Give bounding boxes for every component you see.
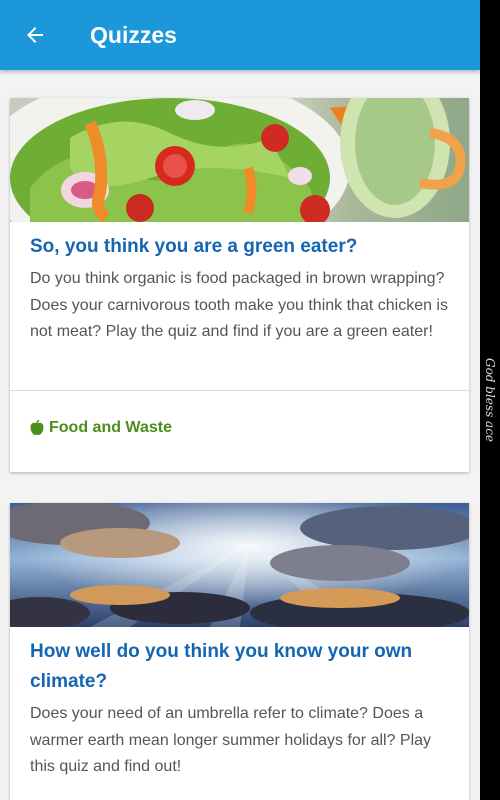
cloudy-sky-image — [10, 503, 469, 627]
quiz-card-green-eater[interactable]: So, you think you are a green eater? Do … — [10, 98, 469, 472]
quiz-card-climate[interactable]: How well do you think you know your own … — [10, 503, 469, 800]
side-caption: God bless ace — [483, 357, 497, 443]
salad-bowl-image — [10, 98, 469, 222]
quiz-description: Does your need of an umbrella refer to c… — [30, 705, 432, 775]
category-label: Food and Waste — [49, 419, 172, 436]
quiz-category: Food and Waste — [30, 419, 172, 437]
side-margin: God bless ace — [480, 0, 500, 800]
quiz-title: So, you think you are a green eater? — [30, 236, 358, 257]
arrow-left-icon — [27, 27, 43, 43]
card-divider — [10, 390, 469, 391]
apple-icon — [30, 420, 44, 435]
quiz-description: Do you think organic is food packaged in… — [30, 270, 448, 340]
page-title: Quizzes — [90, 21, 177, 48]
back-button[interactable] — [18, 18, 52, 52]
quiz-title: How well do you think you know your own … — [30, 641, 413, 692]
app-screen: Quizzes So, you think you are a green ea… — [0, 0, 480, 800]
app-bar: Quizzes — [0, 0, 480, 70]
